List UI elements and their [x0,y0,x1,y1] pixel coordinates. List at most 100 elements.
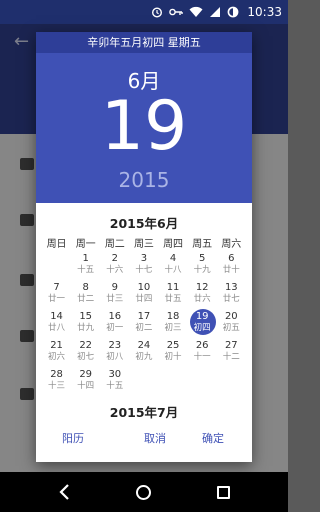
lunar-day-label: 初一 [106,323,124,333]
lunar-day-label: 廿七 [222,294,240,304]
solar-day-number: 11 [166,282,180,293]
lunar-day-label: 十五 [77,265,95,275]
calendar-day[interactable]: 2 十六 [100,250,129,279]
lunar-day-label: 十六 [106,265,124,275]
solar-day-number: 22 [79,340,93,351]
calendar-week-row: 1 十五 2 十六 3 十七 4 十八 5 十九 6 廿十 [42,250,246,279]
lunar-day-label: 初九 [135,352,153,362]
weekday-label: 周三 [133,239,154,250]
lunar-date-header: 辛卯年五月初四 星期五 [36,32,252,53]
calendar-day[interactable]: 7 廿一 [42,279,71,308]
calendar-day[interactable]: 1 十五 [71,250,100,279]
selected-day[interactable]: 19 [36,91,252,163]
solar-day-number: 17 [137,311,151,322]
solar-day-number: 4 [169,253,177,264]
lunar-day-label: 十一 [193,352,211,362]
status-time: 10:33 [247,5,282,19]
calendar-day[interactable]: 20 初五 [217,308,246,337]
selected-date-header: 6月 19 2015 [36,53,252,203]
calendar-day[interactable]: 24 初九 [129,337,158,366]
lunar-day-label: 十七 [135,265,153,275]
weekday-label: 周四 [163,239,184,250]
solar-day-number: 30 [108,369,122,380]
solar-day-number: 8 [82,282,89,293]
solar-day-number: 25 [166,340,180,351]
nav-back-icon[interactable] [58,483,72,501]
lunar-day-label: 十四 [77,381,95,391]
solar-day-number: 3 [140,253,148,264]
calendar-day[interactable]: 15 廿九 [71,308,100,337]
lunar-day-label: 初七 [77,352,95,362]
solar-day-number: 20 [224,311,238,322]
calendar-day[interactable]: 28 十三 [42,366,71,395]
calendar-day[interactable]: 9 廿三 [100,279,129,308]
solar-day-number: 6 [228,253,235,264]
calendar-day[interactable]: 4 十八 [159,250,188,279]
calendar-day[interactable]: 10 廿四 [129,279,158,308]
status-icons: 10:33 [151,2,282,22]
calendar-day[interactable]: 30 十五 [100,366,129,395]
key-icon [169,8,184,16]
solar-day-number: 5 [199,253,206,264]
calendar-empty-cell [188,366,217,395]
calendar-day[interactable]: 8 廿二 [71,279,100,308]
solar-day-number: 7 [53,282,60,293]
lunar-day-label: 初四 [193,323,211,333]
solar-day-number: 28 [50,369,63,380]
calendar-day[interactable]: 5 十九 [188,250,217,279]
calendar-day[interactable]: 17 初二 [129,308,158,337]
selected-year[interactable]: 2015 [36,168,252,192]
solar-day-number: 1 [82,253,89,264]
wifi-icon [189,6,203,17]
lunar-day-label: 廿四 [135,294,153,304]
calendar-day[interactable]: 11 廿五 [159,279,188,308]
nav-home-icon[interactable] [136,485,151,500]
nav-recents-icon[interactable] [217,486,230,499]
solar-day-number: 29 [79,369,93,380]
calendar-week-row: 14 廿八 15 廿九 16 初一 17 初二 18 初三 19 初四 20 初五 [42,308,246,337]
lunar-day-label: 初五 [222,323,240,333]
lunar-day-label: 廿九 [77,323,95,333]
lunar-day-label: 十九 [193,265,211,275]
lunar-day-label: 廿六 [193,294,211,304]
lunar-day-label: 初十 [164,352,182,362]
solar-day-number: 14 [50,311,63,322]
alarm-icon [152,7,163,18]
calendar-day[interactable]: 3 十七 [129,250,158,279]
calendar-day[interactable]: 18 初三 [159,308,188,337]
calendar-day[interactable]: 16 初一 [100,308,129,337]
calendar-day[interactable]: 23 初八 [100,337,129,366]
solar-day-number: 21 [50,340,63,351]
calendar-day[interactable]: 22 初七 [71,337,100,366]
calendar-day[interactable]: 12 廿六 [188,279,217,308]
calendar-day[interactable]: 27 十二 [217,337,246,366]
solar-day-number: 2 [111,253,118,264]
solar-day-number: 13 [224,282,238,293]
lunar-day-label: 初八 [106,352,124,362]
weekday-header: 周日 周一 周二 周三 周四 周五 周六 [42,235,246,250]
date-picker-dialog: 辛卯年五月初四 星期五 6月 19 2015 2015年6月 周日 周一 周二 … [36,32,252,462]
solar-day-number: 9 [111,282,118,293]
calendar-day[interactable]: 14 廿八 [42,308,71,337]
calendar-day[interactable]: 25 初十 [159,337,188,366]
solar-day-number: 12 [195,282,209,293]
cancel-button[interactable]: 取消 [144,430,166,446]
calendar-day[interactable]: 13 廿七 [217,279,246,308]
ok-button[interactable]: 确定 [202,430,224,446]
toggle-solar-button[interactable]: 阳历 [62,430,84,446]
lunar-day-label: 廿五 [164,294,182,304]
weekday-label: 周一 [75,239,96,250]
lunar-day-label: 十三 [48,381,66,391]
calendar-day[interactable]: 26 十一 [188,337,217,366]
lunar-day-label: 十二 [222,352,240,362]
calendar-day-selected[interactable]: 19 初四 [188,308,217,337]
calendar-day[interactable]: 6 廿十 [217,250,246,279]
lunar-day-label: 初六 [48,352,66,362]
calendar-day[interactable]: 21 初六 [42,337,71,366]
calendar-day[interactable]: 29 十四 [71,366,100,395]
next-month-title: 2015年7月 [109,405,179,420]
lunar-day-label: 十八 [164,265,182,275]
lunar-day-label: 初三 [164,323,182,333]
calendar-week-row: 21 初六 22 初七 23 初八 24 初九 25 初十 26 十一 27 十二 [42,337,246,366]
navigation-bar [0,472,288,512]
